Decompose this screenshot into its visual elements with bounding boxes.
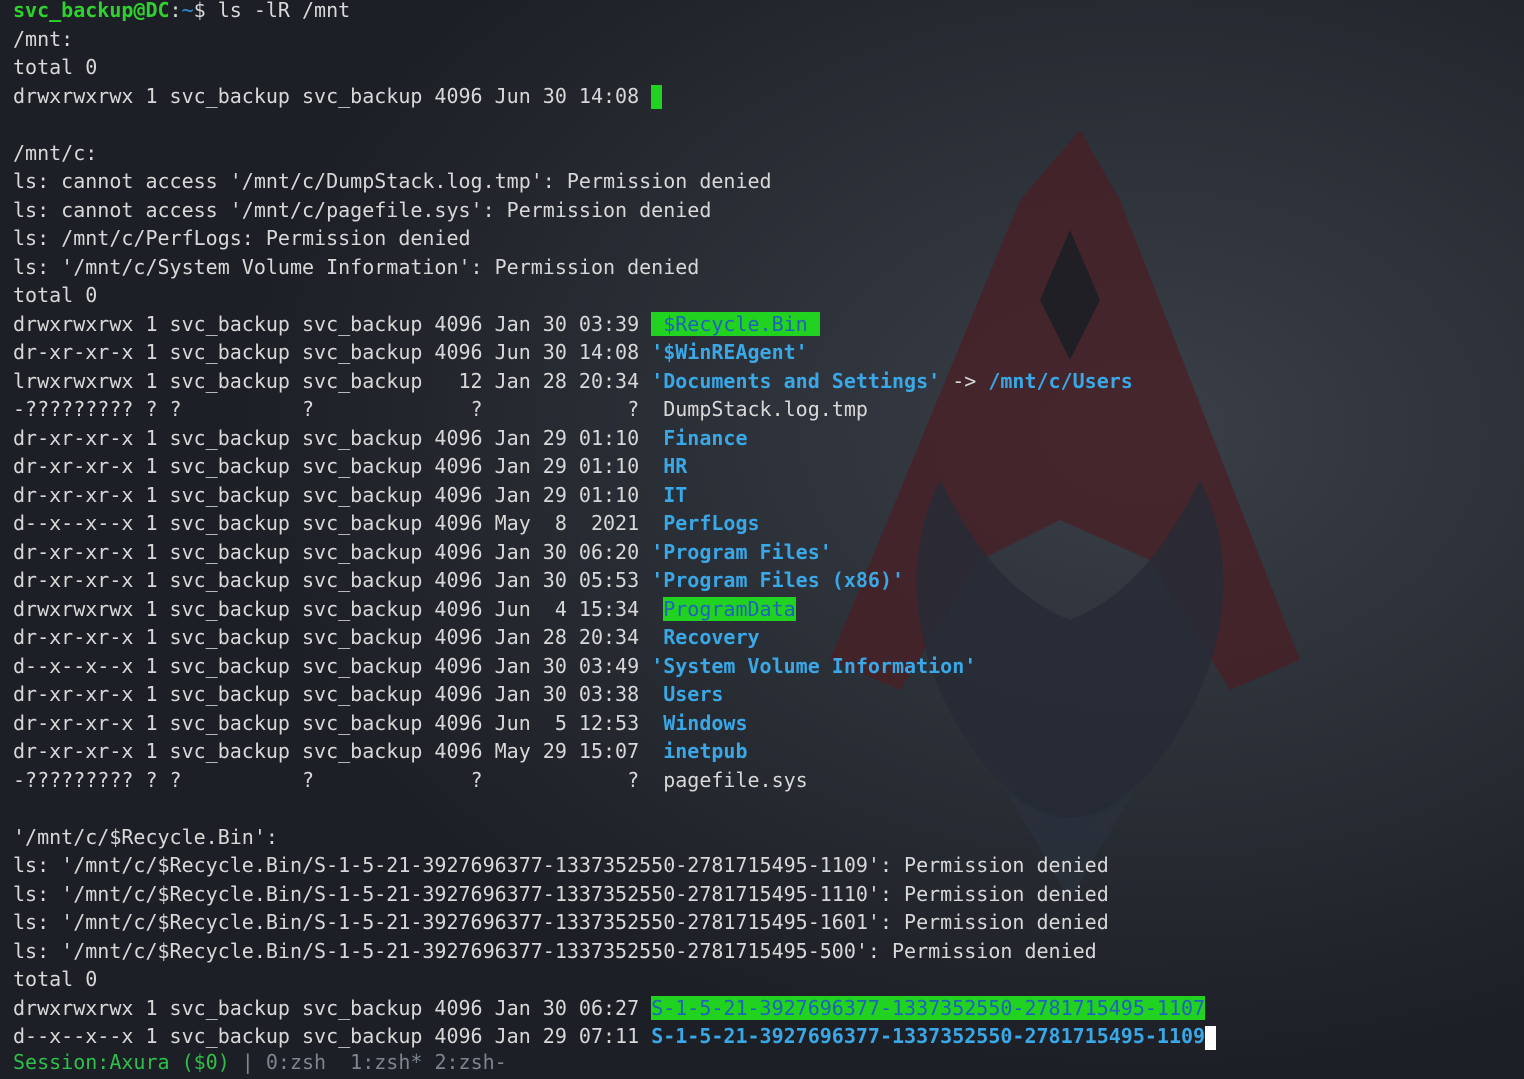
- prompt-command: $ ls -lR /mnt: [193, 0, 351, 22]
- dir-name: S-1-5-21-3927696377-1337352550-278171549…: [651, 995, 1206, 1020]
- listing-meta: dr-xr-xr-x 1 svc_backup svc_backup 4096 …: [13, 568, 652, 592]
- window-list[interactable]: | 0:zsh 1:zsh* 2:zsh-: [230, 1050, 507, 1074]
- listing-row: d--x--x--x 1 svc_backup svc_backup 4096 …: [13, 1022, 1524, 1051]
- listing-meta: d--x--x--x 1 svc_backup svc_backup 4096 …: [13, 653, 652, 678]
- listing-meta: drwxrwxrwx 1 svc_backup svc_backup 4096 …: [13, 596, 664, 621]
- error-line: ls: '/mnt/c/$Recycle.Bin/S-1-5-21-392769…: [13, 881, 1109, 906]
- listing-meta: d--x--x--x 1 svc_backup svc_backup 4096 …: [13, 1024, 652, 1048]
- listing-row: dr-xr-xr-x 1 svc_backup svc_backup 4096 …: [13, 680, 1524, 709]
- dir-name: 'System Volume Information': [651, 653, 977, 678]
- terminal-output[interactable]: svc_backup@DC:~$ ls -lR /mnt /mnt: total…: [13, 0, 1524, 1051]
- dir-name: Finance: [663, 425, 748, 450]
- listing-row: d--x--x--x 1 svc_backup svc_backup 4096 …: [13, 652, 1524, 681]
- listing-row: drwxrwxrwx 1 svc_backup svc_backup 4096 …: [13, 310, 1524, 339]
- dir-name: $Recycle.Bin: [651, 311, 820, 336]
- listing-row: dr-xr-xr-x 1 svc_backup svc_backup 4096 …: [13, 481, 1524, 510]
- dir-name: Users: [663, 682, 724, 706]
- dir-name: Windows: [663, 710, 748, 735]
- listing-row: drwxrwxrwx 1 svc_backup svc_backup 4096 …: [13, 994, 1524, 1023]
- listing-meta: drwxrwxrwx 1 svc_backup svc_backup 4096 …: [13, 995, 652, 1020]
- listing-row: drwxrwxrwx 1 svc_backup svc_backup 4096 …: [13, 595, 1524, 624]
- listing-row: dr-xr-xr-x 1 svc_backup svc_backup 4096 …: [13, 709, 1524, 738]
- listing-meta: dr-xr-xr-x 1 svc_backup svc_backup 4096 …: [13, 482, 664, 507]
- listing-meta: dr-xr-xr-x 1 svc_backup svc_backup 4096 …: [13, 710, 664, 735]
- dir-name: 'Program Files': [651, 539, 832, 564]
- prompt-path: ~: [181, 0, 194, 22]
- listing-meta: d--x--x--x 1 svc_backup svc_backup 4096 …: [13, 511, 664, 535]
- output-line: /mnt:: [13, 26, 74, 51]
- output-line: total 0: [13, 967, 98, 991]
- error-line: ls: '/mnt/c/$Recycle.Bin/S-1-5-21-392769…: [13, 910, 1109, 934]
- listing-row: -????????? ? ? ? ? ? DumpStack.log.tmp: [13, 397, 868, 421]
- listing-meta: dr-xr-xr-x 1 svc_backup svc_backup 4096 …: [13, 739, 664, 763]
- symlink-arrow: ->: [940, 368, 989, 393]
- error-line: ls: /mnt/c/PerfLogs: Permission denied: [13, 226, 471, 250]
- error-line: ls: '/mnt/c/$Recycle.Bin/S-1-5-21-392769…: [13, 853, 1109, 877]
- listing-meta: dr-xr-xr-x 1 svc_backup svc_backup 4096 …: [13, 539, 652, 564]
- terminal-cursor: [1205, 1025, 1217, 1050]
- listing-meta: dr-xr-xr-x 1 svc_backup svc_backup 4096 …: [13, 682, 664, 706]
- error-line: ls: '/mnt/c/$Recycle.Bin/S-1-5-21-392769…: [13, 938, 1097, 963]
- listing-row: dr-xr-xr-x 1 svc_backup svc_backup 4096 …: [13, 623, 1524, 652]
- listing-row: dr-xr-xr-x 1 svc_backup svc_backup 4096 …: [13, 424, 1524, 453]
- listing-meta: drwxrwxrwx 1 svc_backup svc_backup 4096 …: [13, 311, 652, 336]
- dir-name: 'Program Files (x86)': [651, 568, 905, 592]
- listing-row: drwxrwxrwx 1 svc_backup svc_backup 4096 …: [13, 82, 1524, 111]
- symlink-name: 'Documents and Settings': [651, 368, 941, 393]
- listing-row: dr-xr-xr-x 1 svc_backup svc_backup 4096 …: [13, 338, 1524, 367]
- output-line: '/mnt/c/$Recycle.Bin':: [13, 824, 278, 849]
- listing-row: dr-xr-xr-x 1 svc_backup svc_backup 4096 …: [13, 737, 1524, 766]
- error-line: ls: cannot access '/mnt/c/pagefile.sys':…: [13, 197, 712, 222]
- output-line: total 0: [13, 283, 98, 307]
- output-line: total 0: [13, 55, 98, 79]
- dir-name: ProgramData: [663, 596, 796, 621]
- session-name: Session:Axura ($0): [13, 1050, 230, 1074]
- listing-meta: dr-xr-xr-x 1 svc_backup svc_backup 4096 …: [13, 425, 664, 450]
- tmux-status-bar[interactable]: Session:Axura ($0) | 0:zsh 1:zsh* 2:zsh-: [13, 1048, 507, 1076]
- dir-name: S-1-5-21-3927696377-1337352550-278171549…: [651, 1024, 1206, 1048]
- listing-row: -????????? ? ? ? ? ? pagefile.sys: [13, 767, 808, 792]
- listing-meta: lrwxrwxrwx 1 svc_backup svc_backup 12 Ja…: [13, 368, 652, 393]
- listing-row: d--x--x--x 1 svc_backup svc_backup 4096 …: [13, 509, 1524, 538]
- prompt-user-host: svc_backup@DC: [13, 0, 170, 22]
- listing-row: lrwxrwxrwx 1 svc_backup svc_backup 12 Ja…: [13, 367, 1524, 396]
- listing-row: dr-xr-xr-x 1 svc_backup svc_backup 4096 …: [13, 452, 1524, 481]
- listing-meta: dr-xr-xr-x 1 svc_backup svc_backup 4096 …: [13, 340, 652, 364]
- error-line: ls: cannot access '/mnt/c/DumpStack.log.…: [13, 169, 772, 193]
- dir-name: '$WinREAgent': [651, 340, 808, 364]
- prompt-colon: :: [169, 0, 182, 22]
- listing-row: dr-xr-xr-x 1 svc_backup svc_backup 4096 …: [13, 566, 1524, 595]
- output-line: /mnt/c:: [13, 140, 98, 165]
- error-line: ls: '/mnt/c/System Volume Information': …: [13, 254, 700, 279]
- highlighted-entry: [651, 85, 663, 109]
- listing-meta: drwxrwxrwx 1 svc_backup svc_backup 4096 …: [13, 83, 652, 108]
- listing-meta: dr-xr-xr-x 1 svc_backup svc_backup 4096 …: [13, 625, 664, 649]
- symlink-target: /mnt/c/Users: [988, 368, 1133, 393]
- dir-name: HR: [663, 454, 688, 478]
- dir-name: PerfLogs: [663, 511, 760, 535]
- dir-name: inetpub: [663, 739, 748, 763]
- listing-row: dr-xr-xr-x 1 svc_backup svc_backup 4096 …: [13, 538, 1524, 567]
- dir-name: IT: [663, 482, 688, 507]
- listing-meta: dr-xr-xr-x 1 svc_backup svc_backup 4096 …: [13, 454, 664, 478]
- dir-name: Recovery: [663, 625, 760, 649]
- prompt-line: svc_backup@DC:~$ ls -lR /mnt: [13, 0, 1524, 25]
